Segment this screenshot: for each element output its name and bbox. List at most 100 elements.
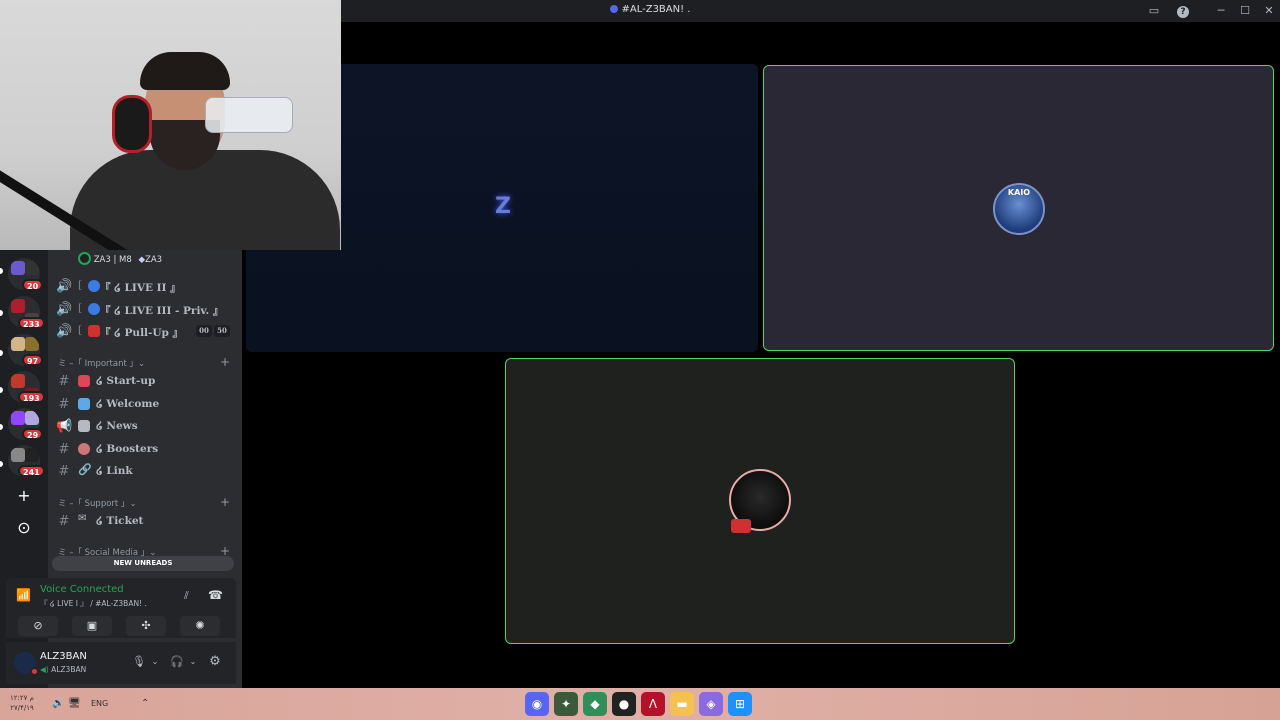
chevron-down-icon[interactable]: ⌄ [186, 655, 200, 669]
server-icon [609, 5, 618, 13]
channel-name: 『 ໒ LIVE III - Priv. 』 [100, 305, 224, 317]
help-icon[interactable]: ? [1175, 3, 1191, 19]
webcam-person-body [70, 150, 340, 250]
channel-emoji [78, 420, 90, 432]
hash-icon: # [58, 442, 70, 457]
server-badge: 97 [22, 354, 44, 366]
voice-user-tag: ZA3 [145, 255, 163, 265]
category-important[interactable]: ミ –「 Important 」⌄ + [56, 354, 236, 372]
webcam-person-hair [140, 52, 230, 90]
hash-icon: # [58, 374, 70, 389]
video-tile-kaio[interactable]: KAIO [763, 65, 1274, 351]
bracket-icon: [ [78, 279, 83, 291]
network-icon[interactable]: 🖥 [68, 698, 81, 709]
server-badge: 29 [22, 428, 44, 440]
channel-emoji [78, 375, 90, 387]
kaio-avatar: KAIO [993, 183, 1045, 235]
headphones-icon[interactable]: 🎧 [170, 655, 184, 669]
app-icon-2[interactable]: ✦ [554, 692, 578, 716]
voice-channel-live-iii[interactable]: 🔊 [ 『 ໒ LIVE III - Priv. 』 [56, 299, 236, 321]
add-channel-icon[interactable]: + [220, 355, 230, 369]
megaphone-icon: 📢 [56, 419, 73, 434]
link-icon: 🔗 [78, 463, 92, 476]
avatar-decoration [731, 519, 751, 533]
app-icon-7[interactable]: ◈ [699, 692, 723, 716]
headphones [112, 95, 152, 153]
new-unreads-banner[interactable]: NEW UNREADS [52, 556, 234, 571]
soundboard-button[interactable]: ✺ [180, 616, 220, 636]
add-channel-icon[interactable]: + [220, 495, 230, 509]
hash-icon: # [58, 464, 70, 479]
add-server-icon[interactable]: + [12, 485, 36, 509]
user-count: 00 [196, 325, 212, 337]
channel-emoji [88, 303, 100, 315]
channel-name: 『 ໒ Pull-Up 』 [100, 327, 184, 339]
username[interactable]: ALZ3BAN [40, 651, 87, 662]
chevron-down-icon[interactable]: ⌄ [148, 655, 162, 669]
app-icon-5[interactable]: Λ [641, 692, 665, 716]
voice-user-name: ZA3 | M8 [93, 255, 132, 265]
activities-button[interactable]: ✣ [126, 616, 166, 636]
user-panel: ALZ3BAN ◀) ALZ3BAN 🎙 ⌄ 🎧 ⌄ ⚙ [6, 642, 236, 684]
bracket-icon: [ [78, 324, 83, 336]
speaker-icon: 🔊 [56, 279, 73, 294]
voice-channel-pull-up[interactable]: 🔊 [ 『 ໒ Pull-Up 』 00 50 [56, 321, 236, 343]
voice-connected-panel: 📶 Voice Connected 『 ໒ LIVE I 』 / #AL-Z3B… [6, 578, 236, 638]
channel-name: 『 ໒ LIVE II 』 [100, 282, 181, 294]
voice-channel-live-ii[interactable]: 🔊 [ 『 ໒ LIVE II 』 [56, 276, 236, 298]
bracket-icon: [ [78, 302, 83, 314]
mic-icon[interactable]: 🎙 [132, 655, 146, 669]
status-speaker-icon: ◀) [40, 665, 49, 674]
channel-emoji [78, 398, 90, 410]
channel-name: ໒ Ticket [96, 515, 144, 527]
server-badge: 193 [18, 391, 45, 403]
camera-off-button[interactable]: ⊘ [18, 616, 58, 636]
category-label: ミ –「 Support 」⌄ [58, 499, 137, 509]
voice-status[interactable]: Voice Connected [40, 584, 124, 595]
noise-suppression-icon[interactable]: ⫽ [184, 589, 189, 603]
app-icon-3[interactable]: ◆ [583, 692, 607, 716]
signal-icon[interactable]: 📶 [16, 588, 31, 602]
file-explorer-icon[interactable]: ▬ [670, 692, 694, 716]
tray-chevron-up-icon[interactable]: ⌃ [141, 698, 149, 709]
channel-name: ໒ Welcome [96, 398, 160, 410]
obs-app-icon[interactable]: ● [612, 692, 636, 716]
text-channel-ticket[interactable]: # ✉ ໒ Ticket [56, 511, 236, 533]
inbox-icon[interactable]: ▭ [1146, 3, 1162, 19]
channel-name: ໒ News [96, 420, 138, 432]
volume-icon[interactable]: 🔊 [52, 698, 64, 709]
window-title: #AL-Z3BAN! . [560, 4, 740, 15]
settings-gear-icon[interactable]: ⚙ [208, 655, 222, 669]
text-channel-welcome[interactable]: # ໒ Welcome [56, 394, 236, 416]
screen-share-button[interactable]: ▣ [72, 616, 112, 636]
windows-start-icon[interactable]: ⊞ [728, 692, 752, 716]
channel-name: ໒ Start-up [96, 375, 156, 387]
channel-emoji [78, 443, 90, 455]
voice-user-avatar [78, 252, 91, 265]
text-channel-link[interactable]: # 🔗 ໒ Link [56, 461, 236, 483]
minimize-icon[interactable]: ─ [1213, 3, 1229, 19]
dnd-status-icon [30, 667, 39, 676]
user-avatar-speaking [729, 469, 791, 533]
water-bottle [205, 97, 293, 133]
z-logo-avatar: Z [495, 194, 511, 219]
voice-user-row[interactable]: ZA3 | M8 ◆ZA3 [78, 252, 238, 268]
explore-icon[interactable]: ⊙ [12, 517, 36, 541]
server-badge: 241 [18, 465, 45, 477]
disconnect-icon[interactable]: ☎ [208, 588, 223, 602]
video-tile-user[interactable] [505, 358, 1015, 644]
maximize-icon[interactable]: ☐ [1237, 3, 1253, 19]
clock-time: ۱۲:۲۷ م [10, 694, 34, 702]
text-channel-news[interactable]: 📢 ໒ News [56, 416, 236, 438]
window-title-text: #AL-Z3BAN! . [621, 4, 691, 15]
close-icon[interactable]: ✕ [1261, 3, 1277, 19]
text-channel-start-up[interactable]: # ໒ Start-up [56, 371, 236, 393]
category-support[interactable]: ミ –「 Support 」⌄ + [56, 494, 236, 512]
text-channel-boosters[interactable]: # ໒ Boosters [56, 439, 236, 461]
taskbar: ۱۲:۲۷ م ۲۷/۴/۱۹ 🔊 🖥 ENG ⌃ ◉ ✦ ◆ ● Λ ▬ ◈ … [0, 688, 1280, 720]
language-indicator[interactable]: ENG [91, 699, 108, 708]
taskbar-clock[interactable]: ۱۲:۲۷ م ۲۷/۴/۱۹ [10, 693, 34, 713]
voice-channel-path[interactable]: 『 ໒ LIVE I 』 / #AL-Z3BAN! . [40, 598, 147, 609]
server-badge: 233 [18, 317, 45, 329]
discord-app-icon[interactable]: ◉ [525, 692, 549, 716]
